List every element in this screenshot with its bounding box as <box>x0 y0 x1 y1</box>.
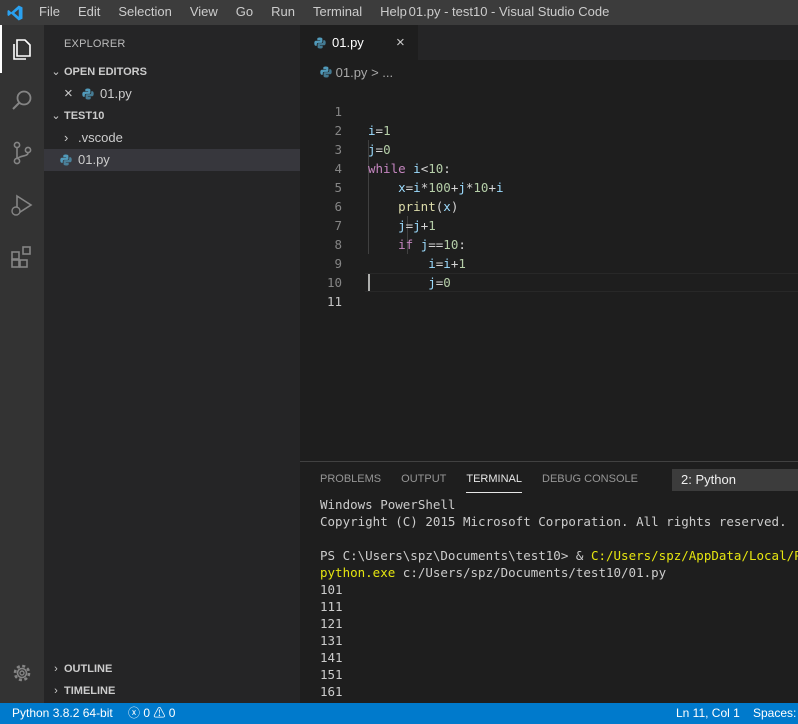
code-line: 1 i=1 <box>300 83 798 138</box>
terminal-output-line: 101 <box>320 582 343 597</box>
breadcrumb-more[interactable]: ... <box>382 65 393 80</box>
code-line: 11 <box>300 273 798 309</box>
tree-item-label: 01.py <box>78 152 110 167</box>
source-control-icon[interactable] <box>8 139 36 167</box>
run-debug-icon[interactable] <box>8 191 36 219</box>
tab-label: 01.py <box>332 35 364 50</box>
terminal-output[interactable]: Windows PowerShell Copyright (C) 2015 Mi… <box>320 496 798 700</box>
tab-terminal[interactable]: TERMINAL <box>466 472 522 493</box>
terminal-line: Copyright (C) 2015 Microsoft Corporation… <box>320 514 787 529</box>
terminal-output-line: 151 <box>320 667 343 682</box>
terminal-output-line: 131 <box>320 633 343 648</box>
terminal-line: Windows PowerShell <box>320 497 456 512</box>
terminal-output-line: 141 <box>320 650 343 665</box>
extensions-icon[interactable] <box>8 243 36 271</box>
python-file-icon <box>314 37 326 49</box>
tab-problems[interactable]: PROBLEMS <box>320 472 381 493</box>
code-line: 7 if j==10: <box>300 197 798 252</box>
code-line: 9 j=0 <box>300 235 798 290</box>
error-count: 0 <box>143 706 151 720</box>
code-line: 3 while i<10: <box>300 121 798 176</box>
chevron-down-icon: ⌄ <box>51 110 61 122</box>
code-line: 8 i=i+1 <box>300 216 798 271</box>
folder-section[interactable]: ⌄ TEST10 <box>44 105 300 127</box>
open-editor-filename: 01.py <box>100 86 132 101</box>
terminal-prompt: PS C:\Users\spz\Documents\test10> & <box>320 548 591 563</box>
code-line: 5 print(x) <box>300 159 798 214</box>
explorer-icon[interactable] <box>8 35 36 63</box>
warning-count: 0 <box>168 706 176 720</box>
search-icon[interactable] <box>8 87 36 115</box>
indentation-status[interactable]: Spaces: 4 <box>753 703 798 724</box>
terminal-output-line: 111 <box>320 599 343 614</box>
code-line: 10 <box>300 254 798 290</box>
tree-item-label: .vscode <box>78 130 123 145</box>
chevron-right-icon: › <box>64 130 69 145</box>
editor-tab-bar: 01.py × <box>300 25 798 60</box>
open-editors-label: OPEN EDITORS <box>64 66 147 78</box>
outline-label: OUTLINE <box>64 663 113 675</box>
close-icon[interactable]: × <box>64 83 73 105</box>
outline-section[interactable]: › OUTLINE <box>44 658 300 680</box>
line-number: 11 <box>326 294 342 309</box>
manage-gear-icon[interactable] <box>8 659 36 687</box>
editor-tab-01py[interactable]: 01.py × <box>300 25 418 60</box>
problems-status[interactable]: ⓧ 0 ⚠ 0 <box>128 703 175 724</box>
warning-icon: ⚠ <box>153 706 166 720</box>
tree-item-01py[interactable]: 01.py <box>44 149 300 171</box>
terminal-command-line: PS C:\Users\spz\Documents\test10> & C:/U… <box>320 547 798 564</box>
text-cursor <box>368 274 370 291</box>
tree-item-vscode-folder[interactable]: › .vscode <box>44 127 300 149</box>
cursor-position-status[interactable]: Ln 11, Col 1 <box>676 703 740 724</box>
open-editors-section[interactable]: ⌄ OPEN EDITORS <box>44 61 300 83</box>
title-bar: File Edit Selection View Go Run Terminal… <box>0 0 798 25</box>
python-file-icon <box>82 88 94 100</box>
chevron-right-icon: › <box>54 685 58 697</box>
breadcrumb: 01.py > ... <box>320 63 393 83</box>
code-line: 4 x=i*100+j*10+i <box>300 140 798 195</box>
status-bar: Python 3.8.2 64-bit ⓧ 0 ⚠ 0 Ln 11, Col 1… <box>0 703 798 724</box>
breadcrumb-file[interactable]: 01.py <box>336 65 368 80</box>
terminal-cmd-arg: c:/Users/spz/Documents/test10/01.py <box>395 565 667 580</box>
breadcrumb-separator: > <box>371 65 379 80</box>
tab-debug-console[interactable]: DEBUG CONSOLE <box>542 472 638 493</box>
error-icon: ⓧ <box>128 706 141 720</box>
window-title: 01.py - test10 - Visual Studio Code <box>408 4 610 19</box>
timeline-label: TIMELINE <box>64 685 116 697</box>
python-file-icon <box>320 66 332 78</box>
explorer-sidebar: EXPLORER ⌄ OPEN EDITORS × 01.py ⌄ TEST10… <box>44 25 300 703</box>
code-line: 2 j=0 <box>300 102 798 157</box>
timeline-section[interactable]: › TIMELINE <box>44 680 300 702</box>
code-line: 6 j=j+1 <box>300 178 798 233</box>
chevron-right-icon: › <box>54 663 58 675</box>
terminal-cmd-exe: python.exe <box>320 565 396 580</box>
python-file-icon <box>60 154 72 166</box>
python-interpreter-status[interactable]: Python 3.8.2 64-bit <box>12 703 113 724</box>
terminal-cmd-path: C:/Users/spz/AppData/Local/Progra <box>590 548 798 563</box>
terminal-output-line: 121 <box>320 616 343 631</box>
tab-close-icon[interactable]: × <box>396 25 405 61</box>
terminal-output-line: 161 <box>320 684 343 699</box>
activity-bar <box>0 25 44 703</box>
chevron-down-icon: ⌄ <box>51 66 61 78</box>
tab-output[interactable]: OUTPUT <box>401 472 446 493</box>
panel-tabs: PROBLEMS OUTPUT TERMINAL DEBUG CONSOLE <box>320 472 658 493</box>
terminal-select[interactable]: 2: Python <box>672 469 798 491</box>
explorer-title: EXPLORER <box>64 38 126 50</box>
active-indicator <box>0 25 2 73</box>
code-editor[interactable]: 1 i=1 2 j=0 3 while i<10: 4 x=i*100+j*10… <box>300 83 798 309</box>
terminal-command-line: python.exe c:/Users/spz/Documents/test10… <box>320 564 798 581</box>
bottom-panel: PROBLEMS OUTPUT TERMINAL DEBUG CONSOLE 2… <box>300 461 798 704</box>
open-editor-item[interactable]: × 01.py <box>44 83 300 105</box>
folder-label: TEST10 <box>64 110 105 122</box>
